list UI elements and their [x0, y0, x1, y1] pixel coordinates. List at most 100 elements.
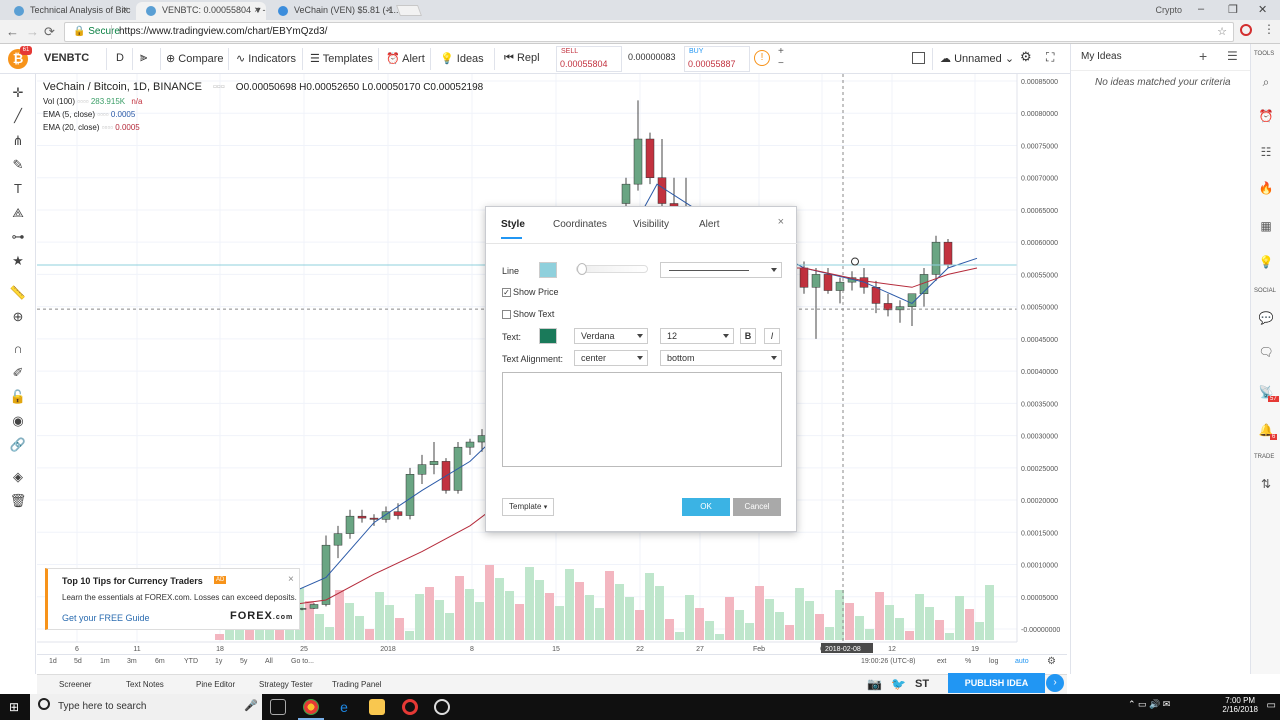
browser-tab[interactable]: VeChain (VEN) $5.81 (-1... ×	[268, 2, 398, 20]
zoom-icon[interactable]: ⊕	[9, 308, 27, 326]
file-explorer-icon[interactable]	[369, 699, 385, 715]
info-icon[interactable]: !	[754, 50, 770, 66]
templates-button[interactable]: ☰ Templates	[310, 52, 373, 65]
tab-alert[interactable]: Alert	[699, 219, 720, 230]
font-select[interactable]: Verdana	[574, 328, 648, 344]
range-1d[interactable]: 1d	[49, 658, 57, 665]
maximize-icon[interactable]: ❐	[1228, 3, 1238, 16]
hotlist-fire-icon[interactable]: 🔥	[1258, 180, 1274, 196]
lock-icon[interactable]: 🔓	[9, 388, 27, 406]
text-input[interactable]	[502, 372, 782, 467]
layout-icon[interactable]	[912, 52, 925, 64]
layout-name-button[interactable]: ☁ Unnamed ⌄	[940, 52, 1014, 65]
pattern-icon[interactable]: ⟁	[9, 204, 27, 222]
tab-trading-panel[interactable]: Trading Panel	[332, 680, 382, 689]
brush-icon[interactable]: ✎	[9, 156, 27, 174]
tab-style[interactable]: Style	[501, 219, 525, 230]
notification-center-icon[interactable]: ▭	[1267, 700, 1276, 711]
buy-button[interactable]: BUY 0.00055887	[684, 46, 750, 72]
line-style-select[interactable]	[660, 262, 782, 278]
range-6m[interactable]: 6m	[155, 658, 165, 665]
close-ad-icon[interactable]: ×	[288, 574, 294, 585]
favorites-star-icon[interactable]: ★	[9, 252, 27, 270]
chrome-app-icon[interactable]	[303, 699, 319, 715]
horizontal-align-select[interactable]: center	[574, 350, 648, 366]
show-text-checkbox[interactable]	[502, 310, 511, 319]
advertisement[interactable]: Top 10 Tips for Currency Traders AD × Le…	[45, 568, 300, 630]
replay-button[interactable]: ⏮ Repl	[504, 52, 540, 65]
system-tray-icons[interactable]: ⌃ ▭ 🔊 ✉	[1128, 699, 1170, 710]
indicators-button[interactable]: ∿ Indicators	[236, 52, 296, 65]
browser-user[interactable]: Crypto	[1155, 5, 1182, 15]
extended-hours-toggle[interactable]: ext	[937, 658, 946, 665]
legend-controls-icon[interactable]: ▫▫▫▫	[97, 110, 111, 119]
italic-button[interactable]: I	[764, 328, 780, 344]
range-5d[interactable]: 5d	[74, 658, 82, 665]
sell-button[interactable]: SELL 0.00055804	[556, 46, 622, 72]
eye-icon[interactable]: ◉	[9, 412, 27, 430]
legend-controls-icon[interactable]: ▫▫▫▫	[102, 123, 116, 132]
camera-icon[interactable]: 📷	[867, 677, 882, 691]
alarm-icon[interactable]: ⏰	[1258, 108, 1274, 124]
search-icon[interactable]: ⌕	[1258, 74, 1274, 90]
legend-controls-icon[interactable]: ▫▫▫	[213, 81, 225, 93]
minus-icon[interactable]: −	[778, 58, 784, 69]
new-tab-button[interactable]	[395, 5, 423, 16]
tab-visibility[interactable]: Visibility	[633, 219, 669, 230]
opacity-slider[interactable]	[576, 263, 648, 275]
taskbar-search[interactable]: Type here to search 🎤	[30, 694, 262, 720]
bold-button[interactable]: B	[740, 328, 756, 344]
font-size-select[interactable]: 12	[660, 328, 734, 344]
chat-icon[interactable]: 💬	[1258, 310, 1274, 326]
trash-icon[interactable]: 🗑	[9, 492, 27, 510]
pitchfork-icon[interactable]: ⋔	[9, 132, 27, 150]
back-icon[interactable]: ←	[6, 24, 19, 39]
auto-scale-toggle[interactable]: auto	[1015, 658, 1029, 665]
compare-button[interactable]: ⊕ Compare	[166, 52, 224, 65]
settings-gear-icon[interactable]: ⚙	[1047, 656, 1056, 667]
text-tool-icon[interactable]: T	[9, 180, 27, 198]
trade-arrows-icon[interactable]: ⇅	[1258, 476, 1274, 492]
calendar-icon[interactable]: ▦	[1258, 218, 1274, 234]
close-tab-icon[interactable]: ×	[386, 5, 392, 16]
calendar-list-icon[interactable]: ☷	[1258, 144, 1274, 160]
template-dropdown[interactable]: Template ▾	[502, 498, 554, 516]
windows-start-icon[interactable]: ⊞	[9, 700, 19, 714]
messages-icon[interactable]: 🗨	[1258, 344, 1274, 360]
range-ytd[interactable]: YTD	[184, 658, 198, 665]
tab-strategy-tester[interactable]: Strategy Tester	[259, 680, 313, 689]
obs-app-icon[interactable]	[434, 699, 450, 715]
ideas-lightbulb-icon[interactable]: 💡	[1258, 254, 1274, 270]
interval-button[interactable]: D	[116, 52, 124, 64]
browser-tab[interactable]: Technical Analysis of Bitc ×	[4, 2, 134, 20]
fullscreen-icon[interactable]: ⛶	[1046, 50, 1054, 65]
publish-idea-button[interactable]: PUBLISH IDEA	[948, 673, 1045, 693]
reload-icon[interactable]: ⟳	[44, 24, 55, 40]
tab-screener[interactable]: Screener	[59, 680, 91, 689]
ad-link[interactable]: Get your FREE Guide	[62, 613, 150, 623]
opera-extension-icon[interactable]	[1240, 24, 1252, 36]
taskbar-clock[interactable]: 7:00 PM 2/16/2018	[1222, 696, 1258, 714]
ruler-icon[interactable]: 📏	[9, 284, 27, 302]
minimize-icon[interactable]: –	[1198, 3, 1204, 15]
cancel-button[interactable]: Cancel	[733, 498, 781, 516]
url-text[interactable]: https://www.tradingview.com/chart/EBYmQz…	[119, 26, 327, 37]
range-all[interactable]: All	[265, 658, 273, 665]
list-menu-icon[interactable]: ☰	[1227, 49, 1238, 63]
clock-time[interactable]: 19:00:26 (UTC-8)	[861, 658, 915, 665]
close-tab-icon[interactable]: ×	[122, 5, 128, 16]
alert-button[interactable]: ⏰ Alert	[386, 52, 425, 65]
twitter-icon[interactable]: 🐦	[891, 677, 906, 691]
range-1y[interactable]: 1y	[215, 658, 222, 665]
plus-icon[interactable]: +	[778, 46, 784, 57]
tab-coordinates[interactable]: Coordinates	[553, 219, 607, 230]
range-5y[interactable]: 5y	[240, 658, 247, 665]
arrow-right-icon[interactable]: ›	[1046, 674, 1064, 692]
legend-controls-icon[interactable]: ▫▫▫▫	[77, 97, 91, 106]
layers-icon[interactable]: ◈	[9, 468, 27, 486]
close-tab-icon[interactable]: ×	[254, 5, 260, 16]
browser-tab-active[interactable]: VENBTC: 0.00055804 ▼- ×	[136, 2, 266, 20]
link-icon[interactable]: 🔗	[9, 436, 27, 454]
range-1m[interactable]: 1m	[100, 658, 110, 665]
close-dialog-icon[interactable]: ×	[778, 216, 784, 228]
